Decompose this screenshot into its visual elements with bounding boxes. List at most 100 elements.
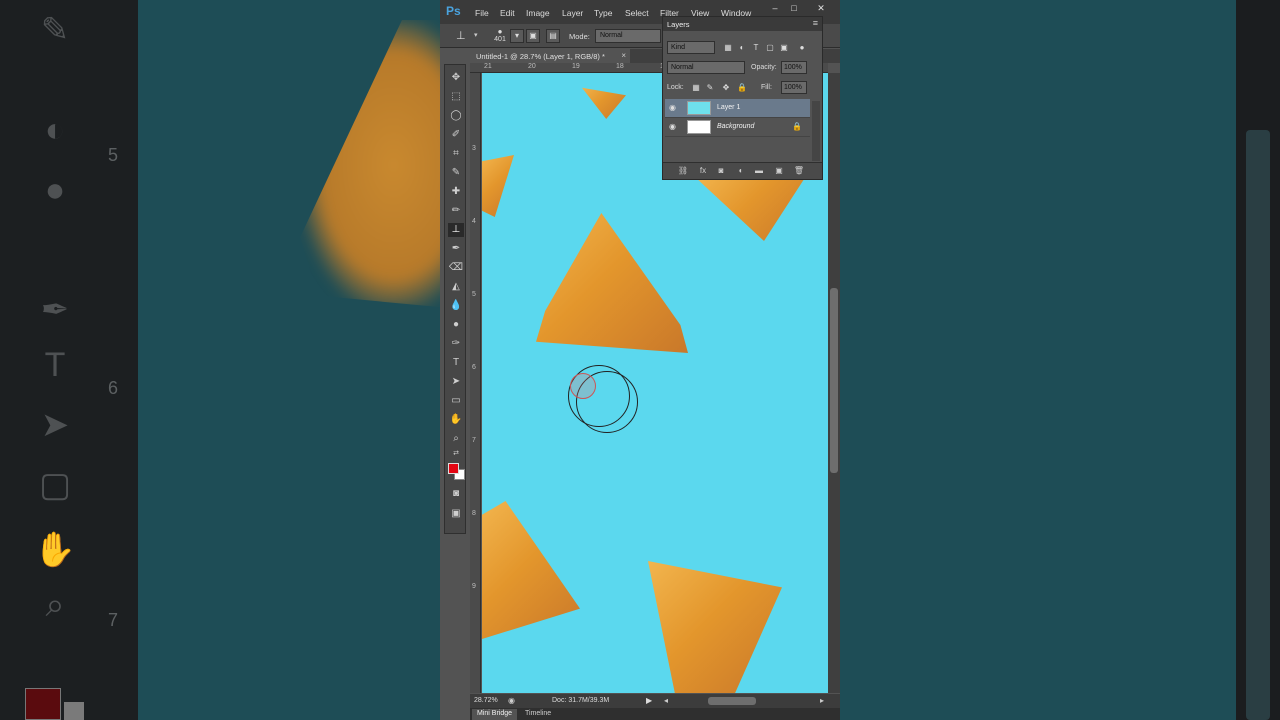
horizontal-scroll-thumb[interactable] (708, 697, 756, 705)
add-mask-icon[interactable]: ◙ (715, 166, 727, 176)
clone-source-target-icon (570, 373, 596, 399)
blurred-ruler-number: 6 (108, 378, 119, 398)
ruler-number: 21 (484, 63, 492, 70)
scroll-right-icon[interactable]: ▸ (820, 696, 824, 705)
tortilla-chip (582, 87, 626, 119)
status-menu-arrow-icon[interactable]: ▶ (646, 696, 652, 705)
healing-brush-tool-icon[interactable]: ✚ (448, 185, 464, 199)
pen-tool-icon[interactable]: ✑ (448, 337, 464, 351)
type-tool-icon[interactable]: T (448, 356, 464, 370)
tab-mini-bridge[interactable]: Mini Bridge (472, 709, 518, 720)
toggle-brush-panel-button[interactable]: ▤ (546, 29, 560, 43)
vertical-scrollbar[interactable] (828, 73, 840, 693)
layer-filter-kind-select[interactable]: Kind (667, 41, 715, 54)
ruler-number: 7 (472, 437, 476, 444)
blurred-chip (300, 20, 440, 310)
layers-panel-title[interactable]: Layers (667, 20, 690, 29)
bottom-panel-tabs: Mini Bridge Timeline (470, 708, 840, 720)
mode-select[interactable]: Normal (595, 29, 661, 43)
tool-preset-chevron-icon[interactable]: ▾ (474, 31, 478, 39)
tortilla-chip (698, 173, 808, 241)
visibility-eye-icon[interactable]: ◉ (669, 122, 676, 131)
panel-menu-icon[interactable]: ≡ (813, 18, 818, 28)
swap-colors-icon[interactable]: ⇄ (448, 449, 464, 459)
visibility-eye-icon[interactable]: ◉ (669, 103, 676, 112)
lasso-tool-icon[interactable]: ◯ (448, 109, 464, 123)
blurred-pen-icon: ✒ (40, 291, 70, 329)
ruler-number: 18 (616, 63, 624, 70)
lock-position-icon[interactable]: ✥ (721, 83, 731, 93)
tortilla-chip (648, 561, 782, 693)
menu-image[interactable]: Image (526, 8, 550, 18)
blurred-ruler-number: 7 (108, 610, 119, 630)
fill-input[interactable]: 100% (781, 81, 807, 94)
link-layers-icon[interactable]: ⛓ (677, 166, 689, 176)
lock-pixels-icon[interactable]: ✎ (705, 83, 715, 93)
filter-type-icon[interactable]: T (751, 43, 761, 53)
dodge-tool-icon[interactable]: ● (448, 318, 464, 332)
close-button[interactable]: ✕ (813, 2, 829, 14)
move-tool-icon[interactable]: ✥ (448, 71, 464, 85)
zoom-level[interactable]: 28.72% (474, 697, 498, 704)
tortilla-chip (536, 213, 688, 353)
filter-adjustment-icon[interactable]: ◐ (737, 43, 747, 53)
brush-tool-icon[interactable]: ✏ (448, 204, 464, 218)
vertical-scroll-thumb[interactable] (830, 288, 838, 473)
eyedropper-tool-icon[interactable]: ✎ (448, 166, 464, 180)
new-group-icon[interactable]: ▬ (753, 166, 765, 176)
layer-blend-mode-select[interactable]: Normal (667, 61, 745, 74)
menu-file[interactable]: File (475, 8, 489, 18)
tab-timeline[interactable]: Timeline (520, 709, 556, 720)
menu-type[interactable]: Type (594, 8, 612, 18)
filter-pixel-icon[interactable]: ▦ (723, 43, 733, 53)
lock-all-icon[interactable]: 🔒 (737, 83, 747, 93)
zoom-tool-icon[interactable]: ⌕ (448, 432, 464, 446)
screen-mode-icon[interactable]: ▣ (448, 507, 464, 521)
quick-select-tool-icon[interactable]: ✐ (448, 128, 464, 142)
ruler-number: 4 (472, 218, 476, 225)
paint-bucket-tool-icon[interactable]: ◭ (448, 280, 464, 294)
tortilla-chip (482, 155, 514, 217)
blur-tool-icon[interactable]: 💧 (448, 299, 464, 313)
layers-scrollbar[interactable] (812, 101, 820, 161)
blurred-ruler-number: 5 (108, 145, 119, 165)
filter-toggle-icon[interactable]: ● (797, 43, 807, 53)
tools-panel: ✥ ⬚ ◯ ✐ ⌗ ✎ ✚ ✏ ⊥ ✒ ⌫ ◭ 💧 ● ✑ T ➤ ▭ ✋ ⌕ … (444, 64, 466, 534)
document-tab[interactable]: Untitled-1 @ 28.7% (Layer 1, RGB/8) * × (470, 49, 630, 63)
quick-mask-icon[interactable]: ◙ (448, 487, 464, 501)
maximize-button[interactable]: □ (786, 2, 802, 14)
filter-shape-icon[interactable]: ▢ (765, 43, 775, 53)
new-layer-icon[interactable]: ▣ (773, 166, 785, 176)
clone-stamp-tool-icon[interactable]: ⊥ (448, 223, 464, 237)
menu-select[interactable]: Select (625, 8, 649, 18)
filter-smart-object-icon[interactable]: ▣ (779, 43, 789, 53)
path-select-tool-icon[interactable]: ➤ (448, 375, 464, 389)
opacity-input[interactable]: 100% (781, 61, 807, 74)
brush-panel-toggle-button[interactable]: ▾ (510, 29, 524, 43)
blurred-foreground-swatch (25, 688, 61, 720)
menu-edit[interactable]: Edit (500, 8, 515, 18)
brush-preset-picker[interactable]: ● 401 (492, 27, 508, 45)
layer-name: Layer 1 (717, 104, 741, 111)
tortilla-chip (482, 501, 580, 639)
status-options-icon[interactable]: ◉ (508, 696, 515, 705)
minimize-button[interactable]: – (767, 2, 783, 14)
layer-row-background[interactable]: ◉ Background 🔒 (665, 118, 810, 137)
layer-row-layer-1[interactable]: ◉ Layer 1 (665, 99, 810, 118)
history-brush-tool-icon[interactable]: ✒ (448, 242, 464, 256)
lock-transparency-icon[interactable]: ▦ (691, 83, 701, 93)
foreground-color-swatch[interactable] (448, 463, 459, 474)
clone-stamp-tool-icon[interactable]: ⊥ (456, 29, 470, 43)
scroll-left-icon[interactable]: ◂ (664, 696, 668, 705)
shape-tool-icon[interactable]: ▭ (448, 394, 464, 408)
adjustment-layer-icon[interactable]: ◐ (735, 166, 747, 176)
trash-icon[interactable]: 🗑 (793, 166, 805, 176)
marquee-tool-icon[interactable]: ⬚ (448, 90, 464, 104)
hand-tool-icon[interactable]: ✋ (448, 413, 464, 427)
crop-tool-icon[interactable]: ⌗ (448, 147, 464, 161)
menu-layer[interactable]: Layer (562, 8, 583, 18)
clone-source-panel-button[interactable]: ▣ (526, 29, 540, 43)
eraser-tool-icon[interactable]: ⌫ (448, 261, 464, 275)
layer-style-fx-icon[interactable]: fx (697, 166, 709, 176)
document-tab-close-icon[interactable]: × (621, 51, 626, 60)
